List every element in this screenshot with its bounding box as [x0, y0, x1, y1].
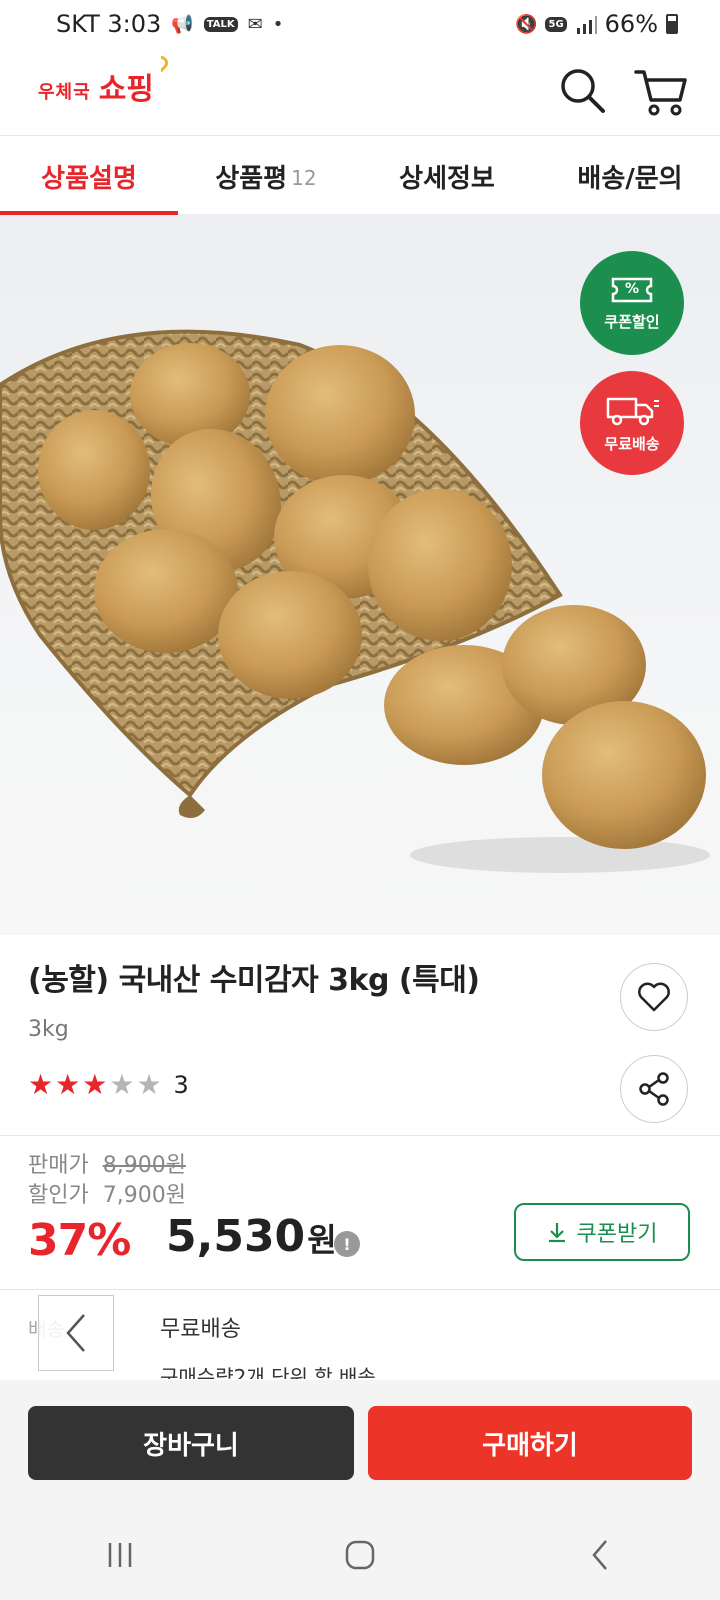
- share-icon: [639, 1072, 669, 1106]
- product-title: (농할) 국내산 수미감자 3kg (특대): [28, 963, 480, 998]
- logo-small-text: 우체국: [38, 82, 91, 103]
- buy-now-button[interactable]: 구매하기: [368, 1406, 692, 1480]
- download-icon: [548, 1223, 565, 1243]
- add-to-cart-button[interactable]: 장바구니: [28, 1406, 354, 1480]
- tab-description[interactable]: 상품설명: [0, 137, 178, 216]
- system-nav-bar: [0, 1510, 720, 1600]
- share-button[interactable]: [620, 1055, 688, 1123]
- final-price-value: 5,530: [166, 1211, 306, 1262]
- battery-icon: [666, 14, 678, 34]
- star-filled-icon: ★: [82, 1068, 108, 1101]
- product-tabs: 상품설명 상품평 12 상세정보 배송/문의: [0, 137, 720, 216]
- discount-price-value: 7,900원: [102, 1183, 186, 1208]
- tab-details[interactable]: 상세정보: [354, 137, 540, 215]
- final-price-currency: 원: [307, 1221, 337, 1259]
- mail-icon: ✉: [247, 13, 263, 35]
- coupon-percent-symbol: %: [624, 281, 640, 297]
- home-icon: [345, 1540, 375, 1570]
- free-shipping-badge: 무료배송: [580, 371, 684, 475]
- sale-price-label: 판매가: [28, 1153, 89, 1178]
- logo-big-text: 쇼핑: [99, 53, 171, 108]
- product-option: 3kg: [28, 1017, 69, 1042]
- carrier-time: SKT 3:03: [56, 10, 162, 38]
- recent-apps-button[interactable]: [80, 1525, 160, 1585]
- dot-icon: •: [272, 13, 284, 35]
- price-info-icon[interactable]: !: [334, 1231, 360, 1257]
- shipping-value: 무료배송: [160, 1317, 241, 1342]
- divider: [0, 1135, 720, 1136]
- logo[interactable]: 우체국 쇼핑: [38, 53, 171, 108]
- coupon-badge-label: 쿠폰할인: [604, 312, 660, 331]
- tab-label: 배송/문의: [577, 163, 683, 194]
- chevron-left-icon: [66, 1314, 85, 1352]
- star-empty-icon: ★: [136, 1068, 162, 1101]
- tab-shipping-inquiry[interactable]: 배송/문의: [540, 137, 720, 215]
- purchase-bar: 장바구니 구매하기: [0, 1380, 720, 1510]
- megaphone-icon: 📢: [171, 13, 194, 35]
- heart-icon: [638, 982, 670, 1012]
- rating[interactable]: ★ ★ ★ ★ ★ 3: [28, 1071, 189, 1099]
- battery-percent: 66%: [604, 10, 658, 38]
- free-shipping-label: 무료배송: [604, 434, 660, 453]
- tab-label: 상품평: [215, 163, 288, 194]
- floating-back-button[interactable]: [38, 1295, 114, 1371]
- star-filled-icon: ★: [28, 1068, 54, 1101]
- tab-label: 상품설명: [41, 163, 137, 194]
- cart-icon[interactable]: [634, 66, 688, 116]
- logo-heart-icon: [150, 53, 171, 73]
- final-price: 5,530 원: [166, 1211, 337, 1262]
- status-bar-right: 🔇 5G 66%: [515, 10, 678, 38]
- review-tab-count: 12: [291, 166, 317, 190]
- discount-price-row: 할인가 7,900원: [28, 1177, 186, 1209]
- sale-price-value: 8,900원: [102, 1153, 186, 1178]
- star-empty-icon: ★: [109, 1068, 135, 1101]
- get-coupon-button[interactable]: 쿠폰받기: [514, 1203, 690, 1261]
- star-filled-icon: ★: [55, 1068, 81, 1101]
- discount-price-label: 할인가: [28, 1183, 89, 1208]
- tab-reviews[interactable]: 상품평 12: [178, 137, 354, 215]
- back-chevron-icon: [592, 1540, 607, 1570]
- review-count: 3: [173, 1071, 189, 1099]
- app-header: 우체국 쇼핑: [0, 48, 720, 136]
- back-button[interactable]: [560, 1525, 640, 1585]
- shipping-note: 구매수량2개 단위 합 배송: [160, 1365, 376, 1379]
- mute-icon: 🔇: [515, 13, 538, 35]
- tab-label: 상세정보: [399, 163, 495, 194]
- sale-price-row: 판매가 8,900원: [28, 1147, 186, 1179]
- status-bar-left: SKT 3:03 📢 TALK ✉ •: [56, 10, 283, 38]
- product-image[interactable]: % 쿠폰할인 무료배송: [0, 215, 720, 935]
- status-bar: SKT 3:03 📢 TALK ✉ • 🔇 5G 66%: [0, 0, 720, 48]
- home-button[interactable]: [320, 1525, 400, 1585]
- search-icon[interactable]: [558, 66, 608, 116]
- delivery-truck-icon: [606, 397, 659, 425]
- discount-percent: 37%: [28, 1215, 131, 1266]
- get-coupon-label: 쿠폰받기: [576, 1222, 658, 1247]
- wishlist-button[interactable]: [620, 963, 688, 1031]
- signal-icon: [576, 16, 597, 34]
- coupon-discount-badge: % 쿠폰할인: [580, 251, 684, 355]
- recent-apps-icon: [108, 1543, 132, 1567]
- network-badge: 5G: [545, 16, 567, 32]
- divider: [0, 1289, 720, 1290]
- talk-icon: TALK: [203, 16, 238, 32]
